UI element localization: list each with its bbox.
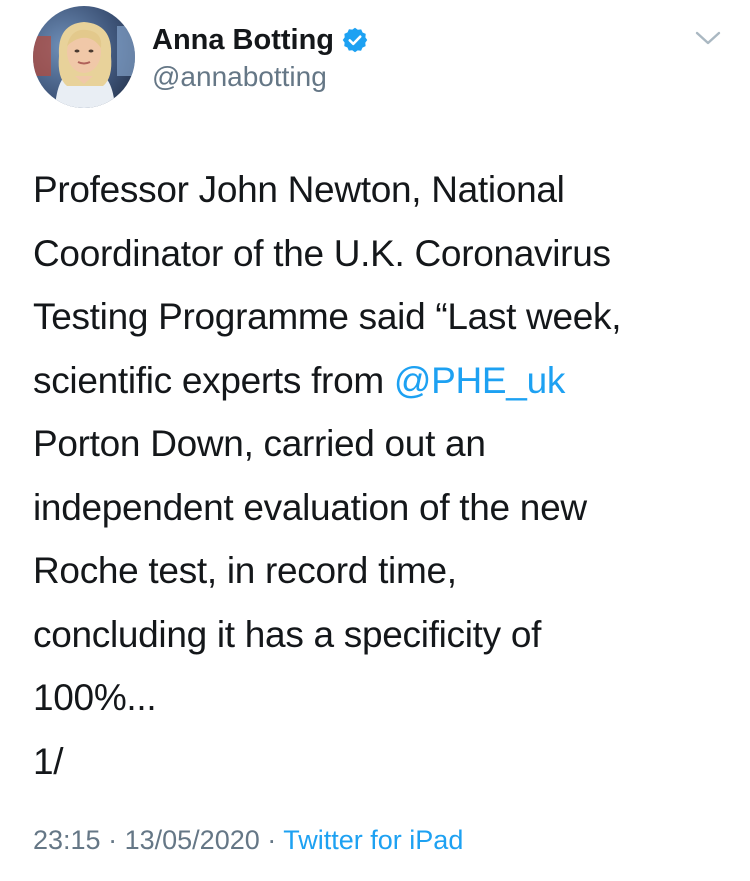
avatar[interactable]	[33, 6, 135, 108]
display-name[interactable]: Anna Botting	[152, 22, 369, 58]
tweet-source-link[interactable]: Twitter for iPad	[283, 825, 463, 855]
tweet-header: Anna Botting @annabotting	[0, 0, 750, 120]
display-name-text: Anna Botting	[152, 24, 335, 56]
meta-separator: ·	[108, 825, 118, 855]
tweet-line: 100%...	[33, 677, 157, 718]
user-handle[interactable]: @annabotting	[152, 60, 327, 94]
tweet-line: concluding it has a specificity of	[33, 613, 542, 655]
tweet-line: independent evaluation of the new	[33, 486, 587, 528]
chevron-down-icon[interactable]	[694, 28, 722, 48]
mention-link[interactable]: @PHE_uk	[394, 360, 566, 401]
tweet-meta: 23:15 · 13/05/2020 · Twitter for iPad	[33, 822, 463, 858]
tweet-text: Professor John Newton, National Coordina…	[33, 158, 723, 793]
verified-badge-icon	[342, 27, 368, 53]
tweet-date[interactable]: 13/05/2020	[125, 825, 260, 855]
tweet-line: Porton Down, carried out an	[33, 423, 486, 464]
tweet-line: Testing Programme said “Last week,	[33, 296, 622, 337]
tweet-line: Coordinator of the U.K. Coronavirus	[33, 232, 611, 274]
meta-separator: ·	[267, 825, 277, 855]
avatar-image	[33, 6, 135, 108]
tweet-line: scientific experts from @PHE_uk	[33, 349, 723, 413]
tweet-line: 1/	[33, 740, 64, 782]
tweet-line-text: scientific experts from	[33, 359, 394, 401]
tweet-line: Professor John Newton, National	[33, 169, 565, 210]
tweet-line: Roche test, in record time,	[33, 550, 457, 591]
tweet-time[interactable]: 23:15	[33, 825, 101, 855]
